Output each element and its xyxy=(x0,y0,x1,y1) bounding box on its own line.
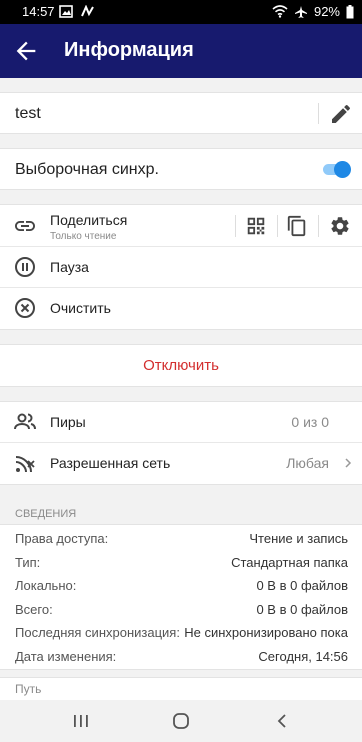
network-icon xyxy=(15,456,35,473)
network-label: Разрешенная сеть xyxy=(50,455,171,471)
disconnect-button[interactable]: Отключить xyxy=(0,345,362,386)
details-key: Дата изменения: xyxy=(15,648,117,664)
clear-row[interactable]: Очистить xyxy=(0,288,362,329)
share-sublabel: Только чтение xyxy=(50,231,117,242)
battery-percent: 92% xyxy=(313,4,340,19)
details-key: Тип: xyxy=(15,554,41,570)
details-card: Права доступа: Чтение и запись Тип: Стандар… xyxy=(0,524,362,670)
battery-icon xyxy=(346,4,354,18)
details-key: Всего: xyxy=(15,601,53,617)
details-key: Последняя синхронизация: xyxy=(15,625,180,640)
details-row: Права доступа: Чтение и запись xyxy=(0,527,362,551)
status-bar: 14:57 92% xyxy=(0,0,362,24)
clear-icon xyxy=(15,298,35,318)
details-header: СВЕДЕНИЯ xyxy=(15,508,77,520)
home-icon[interactable] xyxy=(172,712,190,730)
qr-code-icon[interactable] xyxy=(245,215,267,237)
signal-tool-icon xyxy=(81,5,94,17)
divider xyxy=(318,215,319,237)
pause-icon xyxy=(15,257,35,277)
path-label: Путь xyxy=(15,682,42,696)
details-value: Стандартная папка xyxy=(231,554,348,570)
recent-apps-icon[interactable] xyxy=(72,713,90,729)
share-row[interactable]: Поделиться Только чтение xyxy=(0,205,362,247)
image-icon xyxy=(59,5,73,18)
peers-icon xyxy=(14,413,36,430)
folder-name-card: test xyxy=(0,92,362,134)
app-bar: Информация xyxy=(0,24,362,78)
folder-name: test xyxy=(15,105,41,122)
details-key: Права доступа: xyxy=(15,531,109,546)
edit-icon[interactable] xyxy=(329,102,353,126)
details-value: 0 В в 0 файлов xyxy=(256,578,348,593)
details-value: 0 В в 0 файлов xyxy=(256,601,348,617)
pause-row[interactable]: Пауза xyxy=(0,247,362,288)
divider xyxy=(235,215,236,237)
path-card: Путь xyxy=(0,677,362,701)
network-value: Любая xyxy=(286,455,329,471)
peers-value: 0 из 0 xyxy=(291,414,329,430)
share-label: Поделиться xyxy=(50,212,128,228)
details-row: Тип: Стандартная папка xyxy=(0,551,362,575)
network-row[interactable]: Разрешенная сеть Любая xyxy=(0,443,362,484)
details-value: Не синхронизировано пока xyxy=(184,625,348,640)
details-row: Всего: 0 В в 0 файлов xyxy=(0,598,362,622)
link-icon xyxy=(15,221,35,231)
details-key: Локально: xyxy=(15,578,77,593)
copy-icon[interactable] xyxy=(286,215,308,237)
details-row: Дата изменения: Сегодня, 14:56 xyxy=(0,645,362,669)
details-value: Сегодня, 14:56 xyxy=(258,648,348,664)
selective-sync-toggle[interactable] xyxy=(323,161,351,178)
pause-label: Пауза xyxy=(50,259,89,275)
wifi-icon xyxy=(272,5,288,18)
actions-card: Поделиться Только чтение Пауза Очистить xyxy=(0,204,362,330)
divider xyxy=(277,215,278,237)
disconnect-label: Отключить xyxy=(143,357,219,374)
clear-label: Очистить xyxy=(50,300,111,316)
peers-row[interactable]: Пиры 0 из 0 xyxy=(0,402,362,443)
airplane-icon xyxy=(294,5,307,18)
details-value: Чтение и запись xyxy=(249,531,348,546)
page-title: Информация xyxy=(64,39,194,61)
details-row: Локально: 0 В в 0 файлов xyxy=(0,574,362,598)
peers-label: Пиры xyxy=(50,414,86,430)
chevron-right-icon xyxy=(345,458,352,468)
selective-sync-card: Выборочная синхр. xyxy=(0,148,362,190)
navigation-bar xyxy=(0,700,362,742)
disconnect-card: Отключить xyxy=(0,344,362,387)
back-nav-icon[interactable] xyxy=(274,713,290,729)
selective-sync-label: Выборочная синхр. xyxy=(15,161,159,178)
status-time: 14:57 xyxy=(22,4,55,19)
gear-icon[interactable] xyxy=(329,215,351,237)
details-row: Последняя синхронизация: Не синхронизиров… xyxy=(0,621,362,645)
divider xyxy=(318,103,319,124)
peers-network-card: Пиры 0 из 0 Разрешенная сеть Любая xyxy=(0,401,362,485)
back-arrow-icon[interactable] xyxy=(12,37,40,65)
